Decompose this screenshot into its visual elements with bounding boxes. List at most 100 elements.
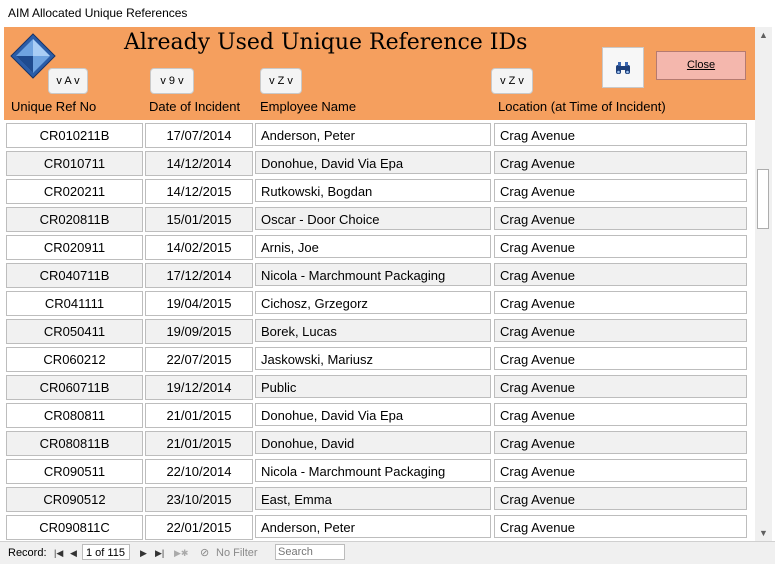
record-position-field[interactable]: 1 of 115 (82, 544, 130, 560)
no-filter-icon: ⊘ (200, 547, 210, 559)
ref-cell[interactable]: CR090511 (6, 459, 143, 484)
last-record-icon[interactable]: ▶| (155, 545, 164, 561)
location-cell[interactable]: Crag Avenue (494, 375, 747, 398)
find-button[interactable] (602, 47, 644, 88)
employee-cell[interactable]: Anderson, Peter (255, 123, 491, 146)
first-record-icon[interactable]: |◀ (54, 545, 63, 561)
new-record-icon[interactable]: ▶✱ (174, 545, 188, 561)
ref-cell[interactable]: CR090811C (6, 515, 143, 540)
location-cell[interactable]: Crag Avenue (494, 207, 747, 230)
employee-cell[interactable]: Anderson, Peter (255, 515, 491, 538)
table-row[interactable]: CR050411 19/09/2015 Borek, Lucas Crag Avenu… (4, 318, 755, 346)
table-row[interactable]: CR090811C 22/01/2015 Anderson, Peter Crag A… (4, 514, 755, 541)
ref-cell[interactable]: CR010711 (6, 151, 143, 176)
date-cell[interactable]: 15/01/2015 (145, 207, 253, 232)
employee-cell[interactable]: Donohue, David (255, 431, 491, 454)
date-cell[interactable]: 21/01/2015 (145, 403, 253, 428)
table-row[interactable]: CR040711B 17/12/2014 Nicola - Marchmount P… (4, 262, 755, 290)
vertical-scrollbar[interactable]: ▲ ▼ (755, 27, 772, 541)
column-header-date: Date of Incident (149, 99, 241, 114)
date-cell[interactable]: 23/10/2015 (145, 487, 253, 512)
ref-cell[interactable]: CR010211B (6, 123, 143, 148)
date-cell[interactable]: 14/02/2015 (145, 235, 253, 260)
employee-cell[interactable]: Borek, Lucas (255, 319, 491, 342)
sort-location-button[interactable]: v Z v (491, 68, 533, 94)
table-row[interactable]: CR080811B 21/01/2015 Donohue, David Crag Av… (4, 430, 755, 458)
employee-cell[interactable]: Donohue, David Via Epa (255, 151, 491, 174)
date-cell[interactable]: 19/12/2014 (145, 375, 253, 400)
table-row[interactable]: CR090511 22/10/2014 Nicola - Marchmount Pa… (4, 458, 755, 486)
scroll-thumb[interactable] (757, 169, 769, 229)
sort-employee-button[interactable]: v Z v (260, 68, 302, 94)
sort-ref-button[interactable]: v A v (48, 68, 88, 94)
date-cell[interactable]: 17/07/2014 (145, 123, 253, 148)
record-label: Record: (8, 547, 47, 559)
location-cell[interactable]: Crag Avenue (494, 515, 747, 538)
date-cell[interactable]: 17/12/2014 (145, 263, 253, 288)
ref-cell[interactable]: CR020911 (6, 235, 143, 260)
scroll-down-icon[interactable]: ▼ (755, 525, 772, 541)
employee-cell[interactable]: Oscar - Door Choice (255, 207, 491, 230)
ref-cell[interactable]: CR090512 (6, 487, 143, 512)
table-row[interactable]: CR010711 14/12/2014 Donohue, David Via Epa… (4, 150, 755, 178)
table-row[interactable]: CR020811B 15/01/2015 Oscar - Door Choice Cr… (4, 206, 755, 234)
date-cell[interactable]: 14/12/2015 (145, 179, 253, 204)
table-row[interactable]: CR060711B 19/12/2014 Public Crag Avenue (4, 374, 755, 402)
date-cell[interactable]: 21/01/2015 (145, 431, 253, 456)
ref-cell[interactable]: CR020811B (6, 207, 143, 232)
location-cell[interactable]: Crag Avenue (494, 319, 747, 342)
employee-cell[interactable]: Public (255, 375, 491, 398)
ref-cell[interactable]: CR080811 (6, 403, 143, 428)
employee-cell[interactable]: Donohue, David Via Epa (255, 403, 491, 426)
location-cell[interactable]: Crag Avenue (494, 459, 747, 482)
table-row[interactable]: CR080811 21/01/2015 Donohue, David Via Epa… (4, 402, 755, 430)
ref-cell[interactable]: CR050411 (6, 319, 143, 344)
ref-cell[interactable]: CR080811B (6, 431, 143, 456)
employee-cell[interactable]: Cichosz, Grzegorz (255, 291, 491, 314)
previous-record-icon[interactable]: ◀ (70, 545, 77, 561)
sort-date-button[interactable]: v 9 v (150, 68, 194, 94)
employee-cell[interactable]: Rutkowski, Bogdan (255, 179, 491, 202)
ref-cell[interactable]: CR040711B (6, 263, 143, 288)
close-button[interactable]: Close (656, 51, 746, 80)
date-cell[interactable]: 22/01/2015 (145, 515, 253, 540)
scroll-up-icon[interactable]: ▲ (755, 27, 772, 43)
binoculars-icon (616, 61, 630, 74)
filter-status[interactable]: No Filter (216, 545, 258, 561)
location-cell[interactable]: Crag Avenue (494, 179, 747, 202)
table-row[interactable]: CR020911 14/02/2015 Arnis, Joe Crag Avenue (4, 234, 755, 262)
date-cell[interactable]: 19/09/2015 (145, 319, 253, 344)
location-cell[interactable]: Crag Avenue (494, 347, 747, 370)
employee-cell[interactable]: Nicola - Marchmount Packaging (255, 459, 491, 482)
search-input[interactable] (275, 544, 345, 560)
location-cell[interactable]: Crag Avenue (494, 487, 747, 510)
location-cell[interactable]: Crag Avenue (494, 291, 747, 314)
employee-cell[interactable]: Arnis, Joe (255, 235, 491, 258)
table-row[interactable]: CR020211 14/12/2015 Rutkowski, Bogdan Crag … (4, 178, 755, 206)
location-cell[interactable]: Crag Avenue (494, 403, 747, 426)
table-row[interactable]: CR041111 19/04/2015 Cichosz, Grzegorz Crag … (4, 290, 755, 318)
ref-cell[interactable]: CR020211 (6, 179, 143, 204)
form-header: Already Used Unique Reference IDs v A v … (4, 27, 755, 120)
employee-cell[interactable]: East, Emma (255, 487, 491, 510)
location-cell[interactable]: Crag Avenue (494, 151, 747, 174)
location-cell[interactable]: Crag Avenue (494, 263, 747, 286)
location-cell[interactable]: Crag Avenue (494, 123, 747, 146)
table-row[interactable]: CR060212 22/07/2015 Jaskowski, Mariusz Crag… (4, 346, 755, 374)
ref-cell[interactable]: CR041111 (6, 291, 143, 316)
ref-cell[interactable]: CR060212 (6, 347, 143, 372)
form-window: AIM Allocated Unique References Already … (0, 0, 775, 564)
location-cell[interactable]: Crag Avenue (494, 235, 747, 258)
date-cell[interactable]: 22/07/2015 (145, 347, 253, 372)
date-cell[interactable]: 14/12/2014 (145, 151, 253, 176)
date-cell[interactable]: 22/10/2014 (145, 459, 253, 484)
table-row[interactable]: CR010211B 17/07/2014 Anderson, Peter Crag A… (4, 122, 755, 150)
column-header-employee: Employee Name (260, 99, 357, 114)
employee-cell[interactable]: Jaskowski, Mariusz (255, 347, 491, 370)
next-record-icon[interactable]: ▶ (140, 545, 147, 561)
date-cell[interactable]: 19/04/2015 (145, 291, 253, 316)
table-row[interactable]: CR090512 23/10/2015 East, Emma Crag Avenue (4, 486, 755, 514)
ref-cell[interactable]: CR060711B (6, 375, 143, 400)
location-cell[interactable]: Crag Avenue (494, 431, 747, 454)
employee-cell[interactable]: Nicola - Marchmount Packaging (255, 263, 491, 286)
